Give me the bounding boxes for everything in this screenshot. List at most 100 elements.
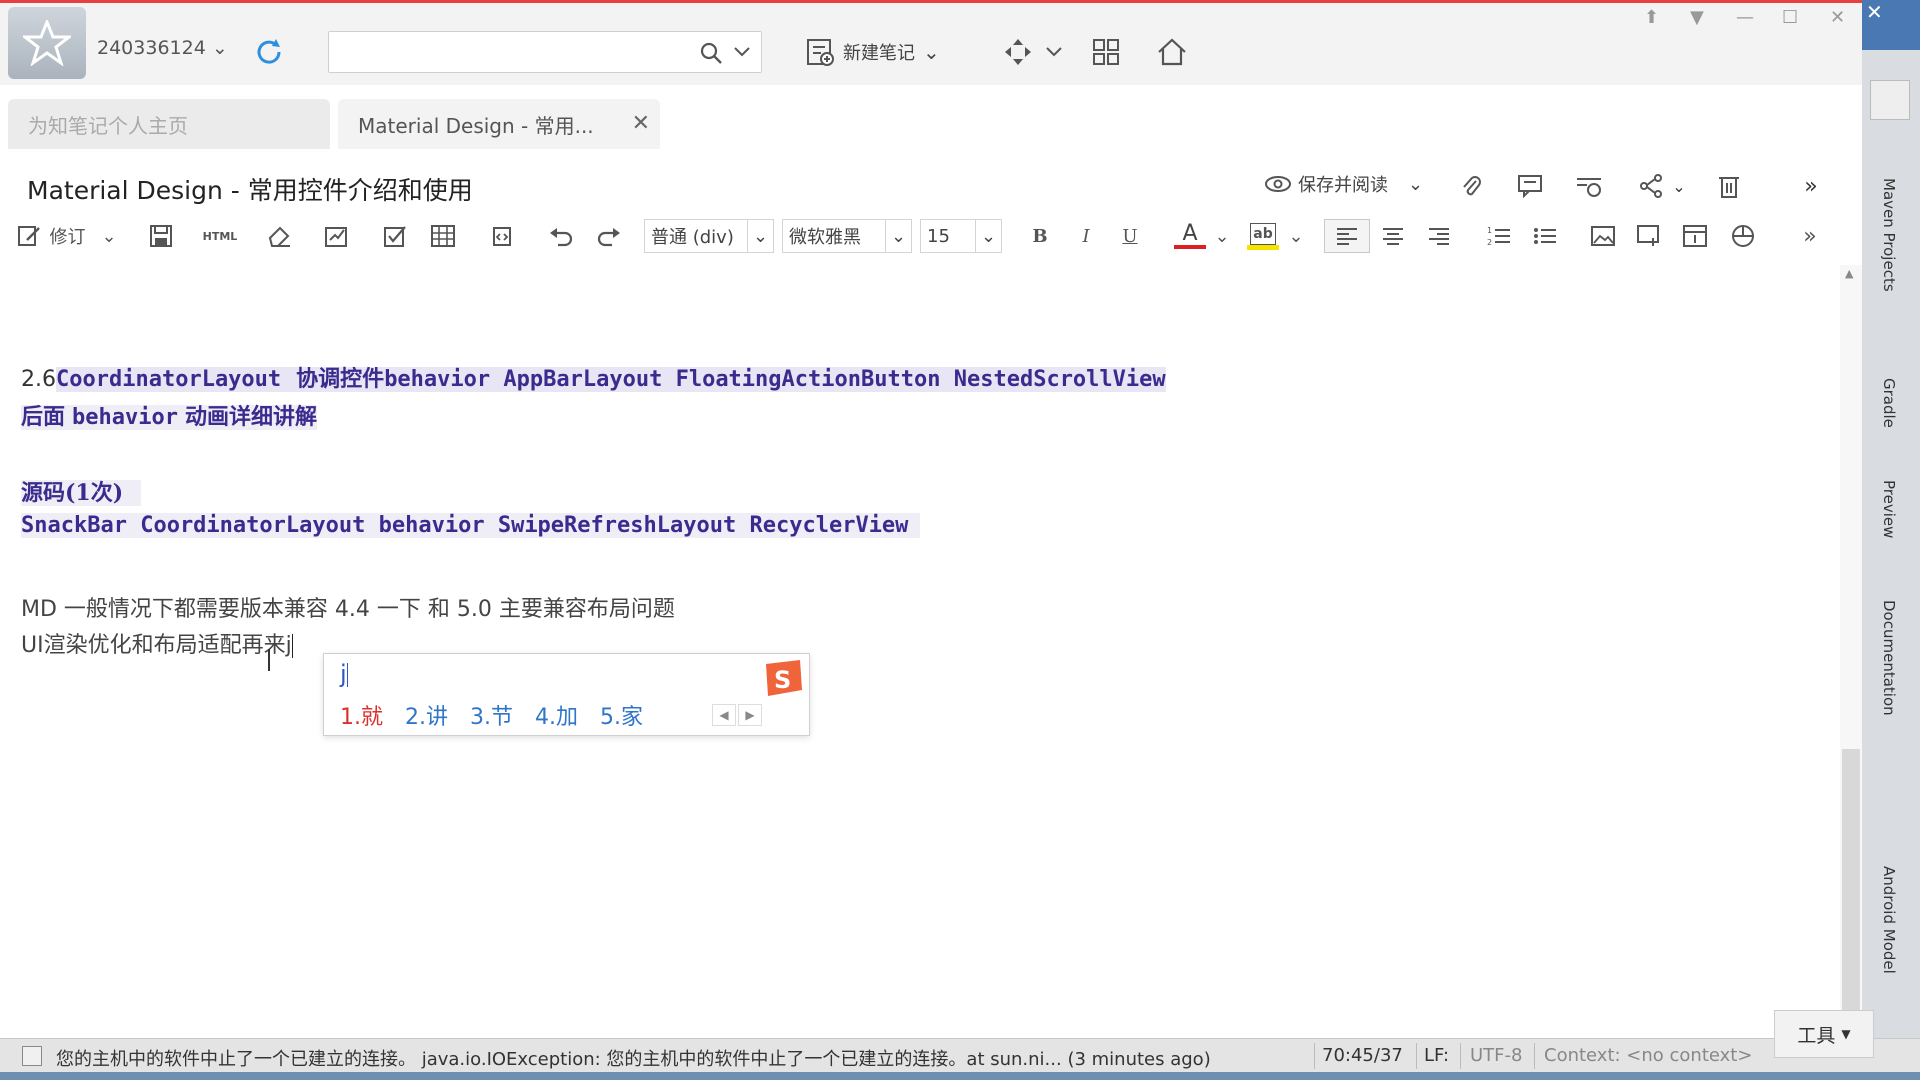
screenshot-icon[interactable] (1634, 219, 1664, 253)
emoji-icon[interactable] (1728, 219, 1758, 253)
italic-button[interactable]: I (1072, 219, 1100, 253)
insert-code-icon[interactable] (488, 219, 518, 253)
align-center-icon[interactable] (1378, 219, 1408, 253)
insert-template-icon[interactable] (1680, 219, 1710, 253)
sogou-logo-icon: S (760, 658, 806, 698)
home-icon[interactable] (1154, 35, 1190, 69)
file-encoding[interactable]: UTF-8 (1470, 1045, 1522, 1066)
close-icon[interactable]: ✕ (1866, 0, 1883, 24)
search-field[interactable] (328, 31, 762, 73)
ordered-list-icon[interactable]: 12 (1484, 219, 1514, 253)
ime-candidate[interactable]: 3.节 (470, 699, 513, 731)
checkbox-icon[interactable] (380, 219, 410, 253)
history-icon[interactable] (1574, 171, 1604, 201)
font-family-select[interactable]: 微软雅黑 ⌄ (782, 219, 912, 253)
bold-button[interactable]: B (1026, 219, 1054, 253)
chevron-down-icon[interactable]: ⌄ (1664, 171, 1694, 201)
ime-input-text: j (340, 660, 348, 688)
tools-button[interactable]: 工具 ▼ (1774, 1010, 1874, 1058)
revise-button[interactable]: 修订 ⌄ (12, 219, 122, 253)
chevron-down-icon[interactable] (733, 44, 751, 63)
grid-view-icon[interactable] (1088, 35, 1124, 69)
scroll-up-icon[interactable]: ▲ (1845, 267, 1853, 280)
redo-icon[interactable] (594, 219, 624, 253)
chevron-down-icon: ▼ (1841, 1027, 1851, 1041)
android-model-tab[interactable]: Android Model (1880, 866, 1898, 974)
preview-tab[interactable]: Preview (1880, 480, 1898, 538)
html-button[interactable]: HTML (200, 219, 240, 253)
ime-candidate[interactable]: 2.讲 (405, 699, 448, 731)
chevron-down-icon[interactable]: ⌄ (1286, 219, 1306, 253)
minimize-icon[interactable]: — (1736, 7, 1754, 28)
close-icon[interactable]: ✕ (632, 111, 650, 136)
content-line-2: 后面 behavior 动画详细讲解 (21, 399, 317, 431)
ime-candidate[interactable]: 1.就 (340, 699, 383, 731)
status-message[interactable]: 您的主机中的软件中止了一个已建立的连接。 java.io.IOException… (56, 1045, 1211, 1071)
save-and-read-button[interactable]: 保存并阅读 ⌄ (1264, 171, 1423, 197)
tab-home[interactable]: 为知笔记个人主页 (8, 99, 330, 149)
chevron-down-icon[interactable]: ⌄ (101, 226, 116, 247)
note-editor[interactable]: 2.6CoordinatorLayout 协调控件behavior AppBar… (0, 265, 1838, 1045)
search-input[interactable] (335, 38, 685, 66)
more-icon[interactable]: » (1796, 219, 1824, 253)
menu-dropdown-icon[interactable]: ▼ (1690, 7, 1704, 28)
highlight-swatch (1247, 244, 1279, 250)
chevron-down-icon[interactable]: ⌄ (923, 40, 940, 64)
format-painter-icon[interactable] (322, 219, 352, 253)
tab-current-note[interactable]: Material Design - 常用... ✕ (338, 99, 660, 149)
cursor-position[interactable]: 70:45/37 (1322, 1045, 1403, 1066)
font-family-value: 微软雅黑 (789, 227, 861, 248)
close-icon[interactable]: ✕ (1830, 7, 1845, 28)
documentation-tab[interactable]: Documentation (1880, 600, 1898, 716)
context-info[interactable]: Context: <no context> (1544, 1045, 1752, 1066)
save-icon[interactable] (146, 219, 176, 253)
event-log-icon[interactable] (22, 1046, 42, 1066)
search-icon[interactable] (699, 41, 723, 69)
note-title[interactable]: Material Design - 常用控件介绍和使用 (27, 171, 473, 207)
underline-button[interactable]: U (1116, 219, 1144, 253)
ime-candidate[interactable]: 5.家 (600, 699, 643, 731)
undo-icon[interactable] (546, 219, 576, 253)
chevron-down-icon[interactable]: ⌄ (975, 220, 1001, 252)
account-selector[interactable]: 240336124 ⌄ (97, 37, 228, 59)
chevron-down-icon[interactable]: ⌄ (1408, 174, 1423, 195)
share-icon[interactable] (1636, 171, 1666, 201)
gradle-tab[interactable]: Gradle (1880, 378, 1898, 428)
next-page-icon[interactable]: ▶ (738, 704, 762, 726)
attachment-icon[interactable] (1456, 171, 1486, 201)
skin-icon[interactable]: ⬆ (1644, 7, 1659, 28)
insert-image-icon[interactable] (1588, 219, 1618, 253)
move-icon[interactable] (1000, 35, 1036, 69)
align-right-icon[interactable] (1424, 219, 1454, 253)
maven-projects-tab[interactable]: Maven Projects (1880, 178, 1898, 292)
comment-icon[interactable] (1515, 171, 1545, 201)
ime-candidate[interactable]: 4.加 (535, 699, 578, 731)
scrollbar-thumb[interactable] (1842, 749, 1860, 1043)
paragraph-style-select[interactable]: 普通 (div) ⌄ (644, 219, 774, 253)
sync-icon[interactable] (252, 35, 286, 69)
app-logo-star-icon[interactable] (8, 7, 86, 79)
align-left-icon[interactable] (1324, 219, 1370, 253)
chevron-down-icon[interactable] (1036, 35, 1072, 69)
prev-page-icon[interactable]: ◀ (712, 704, 736, 726)
tab-bar: 为知笔记个人主页 Material Design - 常用... ✕ (0, 99, 1862, 151)
maximize-icon[interactable]: ☐ (1782, 7, 1798, 28)
unordered-list-icon[interactable] (1530, 219, 1560, 253)
font-size-select[interactable]: 15 ⌄ (920, 219, 1002, 253)
new-note-button[interactable]: 新建笔记 ⌄ (805, 35, 940, 69)
eye-icon (1265, 176, 1291, 192)
table-icon[interactable] (428, 219, 458, 253)
ide-close-area[interactable]: ✕ (1862, 0, 1920, 50)
user-avatar-icon[interactable] (1870, 80, 1910, 120)
chevron-down-icon[interactable]: ⌄ (1212, 219, 1232, 253)
highlight-button[interactable]: ab (1246, 219, 1280, 253)
eraser-icon[interactable] (264, 219, 294, 253)
format-toolbar: 修订 ⌄ HTML 普通 (div) ⌄ 微软雅黑 ⌄ 15 ⌄ B I U A… (0, 215, 1862, 259)
trash-icon[interactable] (1714, 171, 1744, 201)
font-color-button[interactable]: A (1172, 219, 1208, 253)
line-ending[interactable]: LF: (1424, 1045, 1449, 1066)
chevron-down-icon[interactable]: ⌄ (885, 220, 911, 252)
chevron-down-icon[interactable]: ⌄ (747, 220, 773, 252)
new-note-label: 新建笔记 (843, 43, 915, 64)
more-icon[interactable]: » (1796, 171, 1826, 201)
